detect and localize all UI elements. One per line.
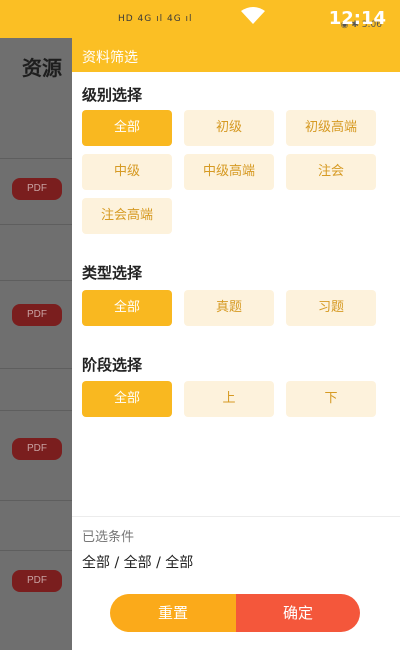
stage-option-upper[interactable]: 上 — [184, 381, 274, 417]
status-bar: HD 4G ıl 4G ıl ◉ ✱ 3:06 12:14 — [0, 0, 400, 38]
selected-conditions-label: 已选条件 — [82, 530, 135, 545]
stage-option-lower[interactable]: 下 — [286, 381, 376, 417]
level-option-all[interactable]: 全部 — [82, 110, 172, 146]
level-option-intermediate-advanced[interactable]: 中级高端 — [184, 154, 274, 190]
signal-indicators: HD 4G ıl 4G ıl — [118, 14, 193, 24]
background-row-divider — [0, 500, 72, 501]
wifi-icon — [241, 7, 265, 24]
section-title-type: 类型选择 — [82, 264, 143, 282]
level-option-cpa[interactable]: 注会 — [286, 154, 376, 190]
selected-conditions-value: 全部 / 全部 / 全部 — [82, 555, 194, 571]
footer-divider — [72, 516, 400, 517]
type-option-past-exam[interactable]: 真题 — [184, 290, 274, 326]
background-row-divider — [0, 410, 72, 411]
confirm-button[interactable]: 确定 — [236, 594, 360, 632]
pdf-badge: PDF — [12, 570, 62, 592]
level-option-junior[interactable]: 初级 — [184, 110, 274, 146]
drawer-header: 资料筛选 — [72, 38, 400, 72]
background-page-title: 资源 — [22, 56, 62, 80]
section-title-stage: 阶段选择 — [82, 356, 143, 374]
pdf-badge: PDF — [12, 438, 62, 460]
reset-button[interactable]: 重置 — [110, 594, 236, 632]
level-option-intermediate[interactable]: 中级 — [82, 154, 172, 190]
background-row-divider — [0, 368, 72, 369]
section-title-level: 级别选择 — [82, 86, 143, 104]
pdf-badge: PDF — [12, 304, 62, 326]
stage-option-all[interactable]: 全部 — [82, 381, 172, 417]
background-row-divider — [0, 224, 72, 225]
status-time: 12:14 — [328, 8, 386, 29]
type-option-exercise[interactable]: 习题 — [286, 290, 376, 326]
drawer-title: 资料筛选 — [82, 50, 138, 66]
background-row-divider — [0, 158, 72, 159]
pdf-badge: PDF — [12, 178, 62, 200]
filter-drawer: 资料筛选 级别选择 全部 初级 初级高端 中级 中级高端 注会 注会高端 类型选… — [72, 38, 400, 650]
background-row-divider — [0, 550, 72, 551]
background-row-divider — [0, 280, 72, 281]
type-option-all[interactable]: 全部 — [82, 290, 172, 326]
level-option-junior-advanced[interactable]: 初级高端 — [286, 110, 376, 146]
level-option-cpa-advanced[interactable]: 注会高端 — [82, 198, 172, 234]
